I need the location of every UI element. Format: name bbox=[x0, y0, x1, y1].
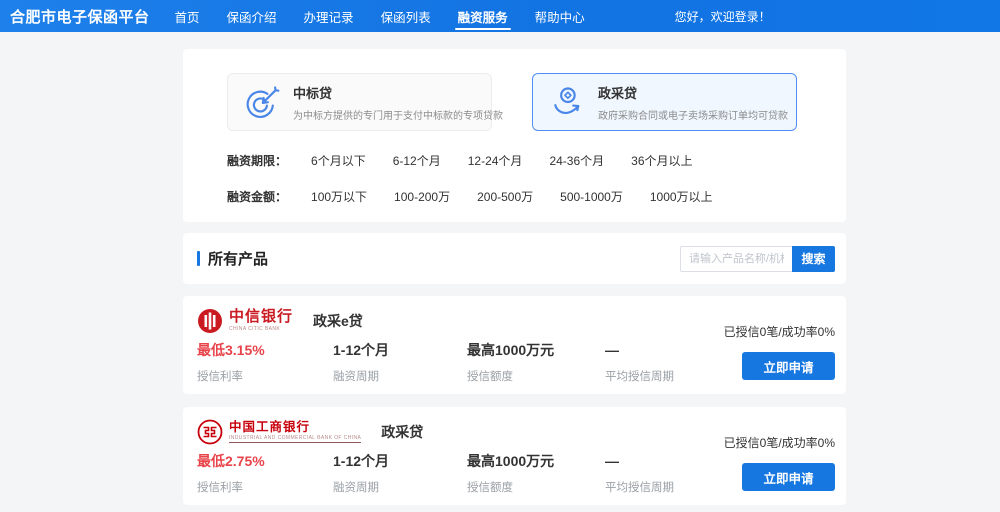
icbc-bank-logo-icon bbox=[197, 419, 223, 445]
stat-label: 授信利率 bbox=[197, 479, 265, 495]
loan-type-title: 政采贷 bbox=[598, 83, 788, 102]
bank-text: 中信银行 CHINA CITIC BANK bbox=[229, 310, 293, 332]
apply-now-button[interactable]: 立即申请 bbox=[742, 352, 835, 380]
stat-value: 1-12个月 bbox=[333, 453, 389, 470]
brand-title: 合肥市电子保函平台 bbox=[10, 6, 150, 27]
bank-name: 中国工商银行 bbox=[229, 421, 361, 434]
section-title-wrap: 所有产品 bbox=[197, 248, 268, 269]
products-header-panel: 所有产品 搜索 bbox=[183, 233, 846, 284]
product-name: 政采贷 bbox=[381, 422, 423, 442]
stat-label: 授信额度 bbox=[467, 479, 554, 495]
search-input[interactable] bbox=[680, 246, 792, 272]
hand-coin-icon bbox=[549, 84, 585, 120]
filter-row-term: 融资期限： 6个月以下 6-12个月 12-24个月 24-36个月 36个月以… bbox=[227, 152, 846, 169]
stat-label: 融资周期 bbox=[333, 479, 389, 495]
loan-type-title: 中标贷 bbox=[293, 83, 503, 102]
top-navbar: 合肥市电子保函平台 首页 保函介绍 办理记录 保函列表 融资服务 帮助中心 您好… bbox=[0, 0, 1000, 32]
filter-option[interactable]: 100-200万 bbox=[394, 188, 450, 205]
filter-option[interactable]: 6-12个月 bbox=[393, 152, 441, 169]
loan-type-card-zhengcaidai-selected[interactable]: 政采贷 政府采购合同或电子卖场采购订单均可贷款 bbox=[532, 73, 797, 131]
nav-item-guarantee-list[interactable]: 保函列表 bbox=[372, 0, 440, 32]
stat-label: 授信额度 bbox=[467, 368, 554, 384]
loan-type-desc: 为中标方提供的专门用于支付中标款的专项贷款 bbox=[293, 107, 503, 122]
filter-option[interactable]: 1000万以上 bbox=[650, 188, 713, 205]
product-search: 搜索 bbox=[680, 246, 835, 272]
bank-row: 中国工商银行 INDUSTRIAL AND COMMERCIAL BANK OF… bbox=[197, 419, 423, 445]
stat-credit-rate: 最低2.75% 授信利率 bbox=[197, 453, 265, 495]
loan-type-row: 中标贷 为中标方提供的专门用于支付中标款的专项贷款 政采贷 政府采购合同或电子卖… bbox=[227, 73, 846, 131]
filter-option[interactable]: 36个月以上 bbox=[631, 152, 692, 169]
filter-option[interactable]: 6个月以下 bbox=[311, 152, 366, 169]
search-button[interactable]: 搜索 bbox=[792, 246, 835, 272]
stat-value: 1-12个月 bbox=[333, 342, 389, 359]
product-name: 政采e贷 bbox=[313, 311, 363, 331]
stat-label: 授信利率 bbox=[197, 368, 265, 384]
target-arrow-icon bbox=[244, 84, 280, 120]
nav-item-home[interactable]: 首页 bbox=[166, 0, 209, 32]
loan-type-desc: 政府采购合同或电子卖场采购订单均可贷款 bbox=[598, 107, 788, 122]
stat-credit-rate: 最低3.15% 授信利率 bbox=[197, 342, 265, 384]
filter-option[interactable]: 200-500万 bbox=[477, 188, 533, 205]
credit-summary: 已授信0笔/成功率0% bbox=[724, 434, 835, 451]
stat-credit-limit: 最高1000万元 授信额度 bbox=[467, 453, 554, 495]
login-greeting-link[interactable]: 您好，欢迎登录！ bbox=[675, 8, 771, 25]
loan-type-texts: 中标贷 为中标方提供的专门用于支付中标款的专项贷款 bbox=[293, 83, 503, 122]
bank-text: 中国工商银行 INDUSTRIAL AND COMMERCIAL BANK OF… bbox=[229, 421, 361, 443]
stat-avg-credit-cycle: — 平均授信周期 bbox=[605, 342, 674, 384]
filter-options-term: 6个月以下 6-12个月 12-24个月 24-36个月 36个月以上 bbox=[311, 152, 692, 169]
section-title-bar bbox=[197, 251, 200, 266]
filter-option[interactable]: 12-24个月 bbox=[468, 152, 523, 169]
filter-label-amount: 融资金额： bbox=[227, 188, 287, 205]
stat-value: 最高1000万元 bbox=[467, 342, 554, 359]
page-content: 中标贷 为中标方提供的专门用于支付中标款的专项贷款 政采贷 政府采购合同或电子卖… bbox=[183, 32, 846, 512]
filter-label-term: 融资期限： bbox=[227, 152, 287, 169]
stat-label: 平均授信周期 bbox=[605, 368, 674, 384]
stat-value: 最高1000万元 bbox=[467, 453, 554, 470]
filter-row-amount: 融资金额： 100万以下 100-200万 200-500万 500-1000万… bbox=[227, 188, 846, 205]
stat-value: — bbox=[605, 453, 674, 470]
bank-name: 中信银行 bbox=[229, 310, 293, 325]
section-title: 所有产品 bbox=[208, 248, 268, 269]
loan-type-card-zhongbiaodai[interactable]: 中标贷 为中标方提供的专门用于支付中标款的专项贷款 bbox=[227, 73, 492, 131]
product-card-citic: 中信银行 CHINA CITIC BANK 政采e贷 最低3.15% 授信利率 … bbox=[183, 296, 846, 394]
nav-item-financing-active[interactable]: 融资服务 bbox=[449, 0, 517, 32]
stat-financing-period: 1-12个月 融资周期 bbox=[333, 342, 389, 384]
filter-option[interactable]: 24-36个月 bbox=[549, 152, 604, 169]
nav-menu: 首页 保函介绍 办理记录 保函列表 融资服务 帮助中心 bbox=[166, 0, 603, 32]
stat-value: 最低3.15% bbox=[197, 342, 265, 359]
stat-avg-credit-cycle: — 平均授信周期 bbox=[605, 453, 674, 495]
filter-option[interactable]: 500-1000万 bbox=[560, 188, 623, 205]
product-card-icbc: 中国工商银行 INDUSTRIAL AND COMMERCIAL BANK OF… bbox=[183, 407, 846, 505]
nav-item-help[interactable]: 帮助中心 bbox=[526, 0, 594, 32]
stat-value: — bbox=[605, 342, 674, 359]
stat-credit-limit: 最高1000万元 授信额度 bbox=[467, 342, 554, 384]
bank-name-en: CHINA CITIC BANK bbox=[229, 327, 293, 332]
nav-item-guarantee-intro[interactable]: 保函介绍 bbox=[218, 0, 286, 32]
credit-summary: 已授信0笔/成功率0% bbox=[724, 323, 835, 340]
stat-label: 平均授信周期 bbox=[605, 479, 674, 495]
stat-financing-period: 1-12个月 融资周期 bbox=[333, 453, 389, 495]
bank-row: 中信银行 CHINA CITIC BANK 政采e贷 bbox=[197, 308, 363, 334]
stat-value: 最低2.75% bbox=[197, 453, 265, 470]
nav-item-records[interactable]: 办理记录 bbox=[295, 0, 363, 32]
stat-label: 融资周期 bbox=[333, 368, 389, 384]
filter-option[interactable]: 100万以下 bbox=[311, 188, 367, 205]
citic-bank-logo-icon bbox=[197, 308, 223, 334]
loan-type-texts: 政采贷 政府采购合同或电子卖场采购订单均可贷款 bbox=[598, 83, 788, 122]
apply-now-button[interactable]: 立即申请 bbox=[742, 463, 835, 491]
filter-options-amount: 100万以下 100-200万 200-500万 500-1000万 1000万… bbox=[311, 188, 713, 205]
bank-name-en: INDUSTRIAL AND COMMERCIAL BANK OF CHINA bbox=[229, 436, 361, 443]
loan-filter-panel: 中标贷 为中标方提供的专门用于支付中标款的专项贷款 政采贷 政府采购合同或电子卖… bbox=[183, 49, 846, 222]
